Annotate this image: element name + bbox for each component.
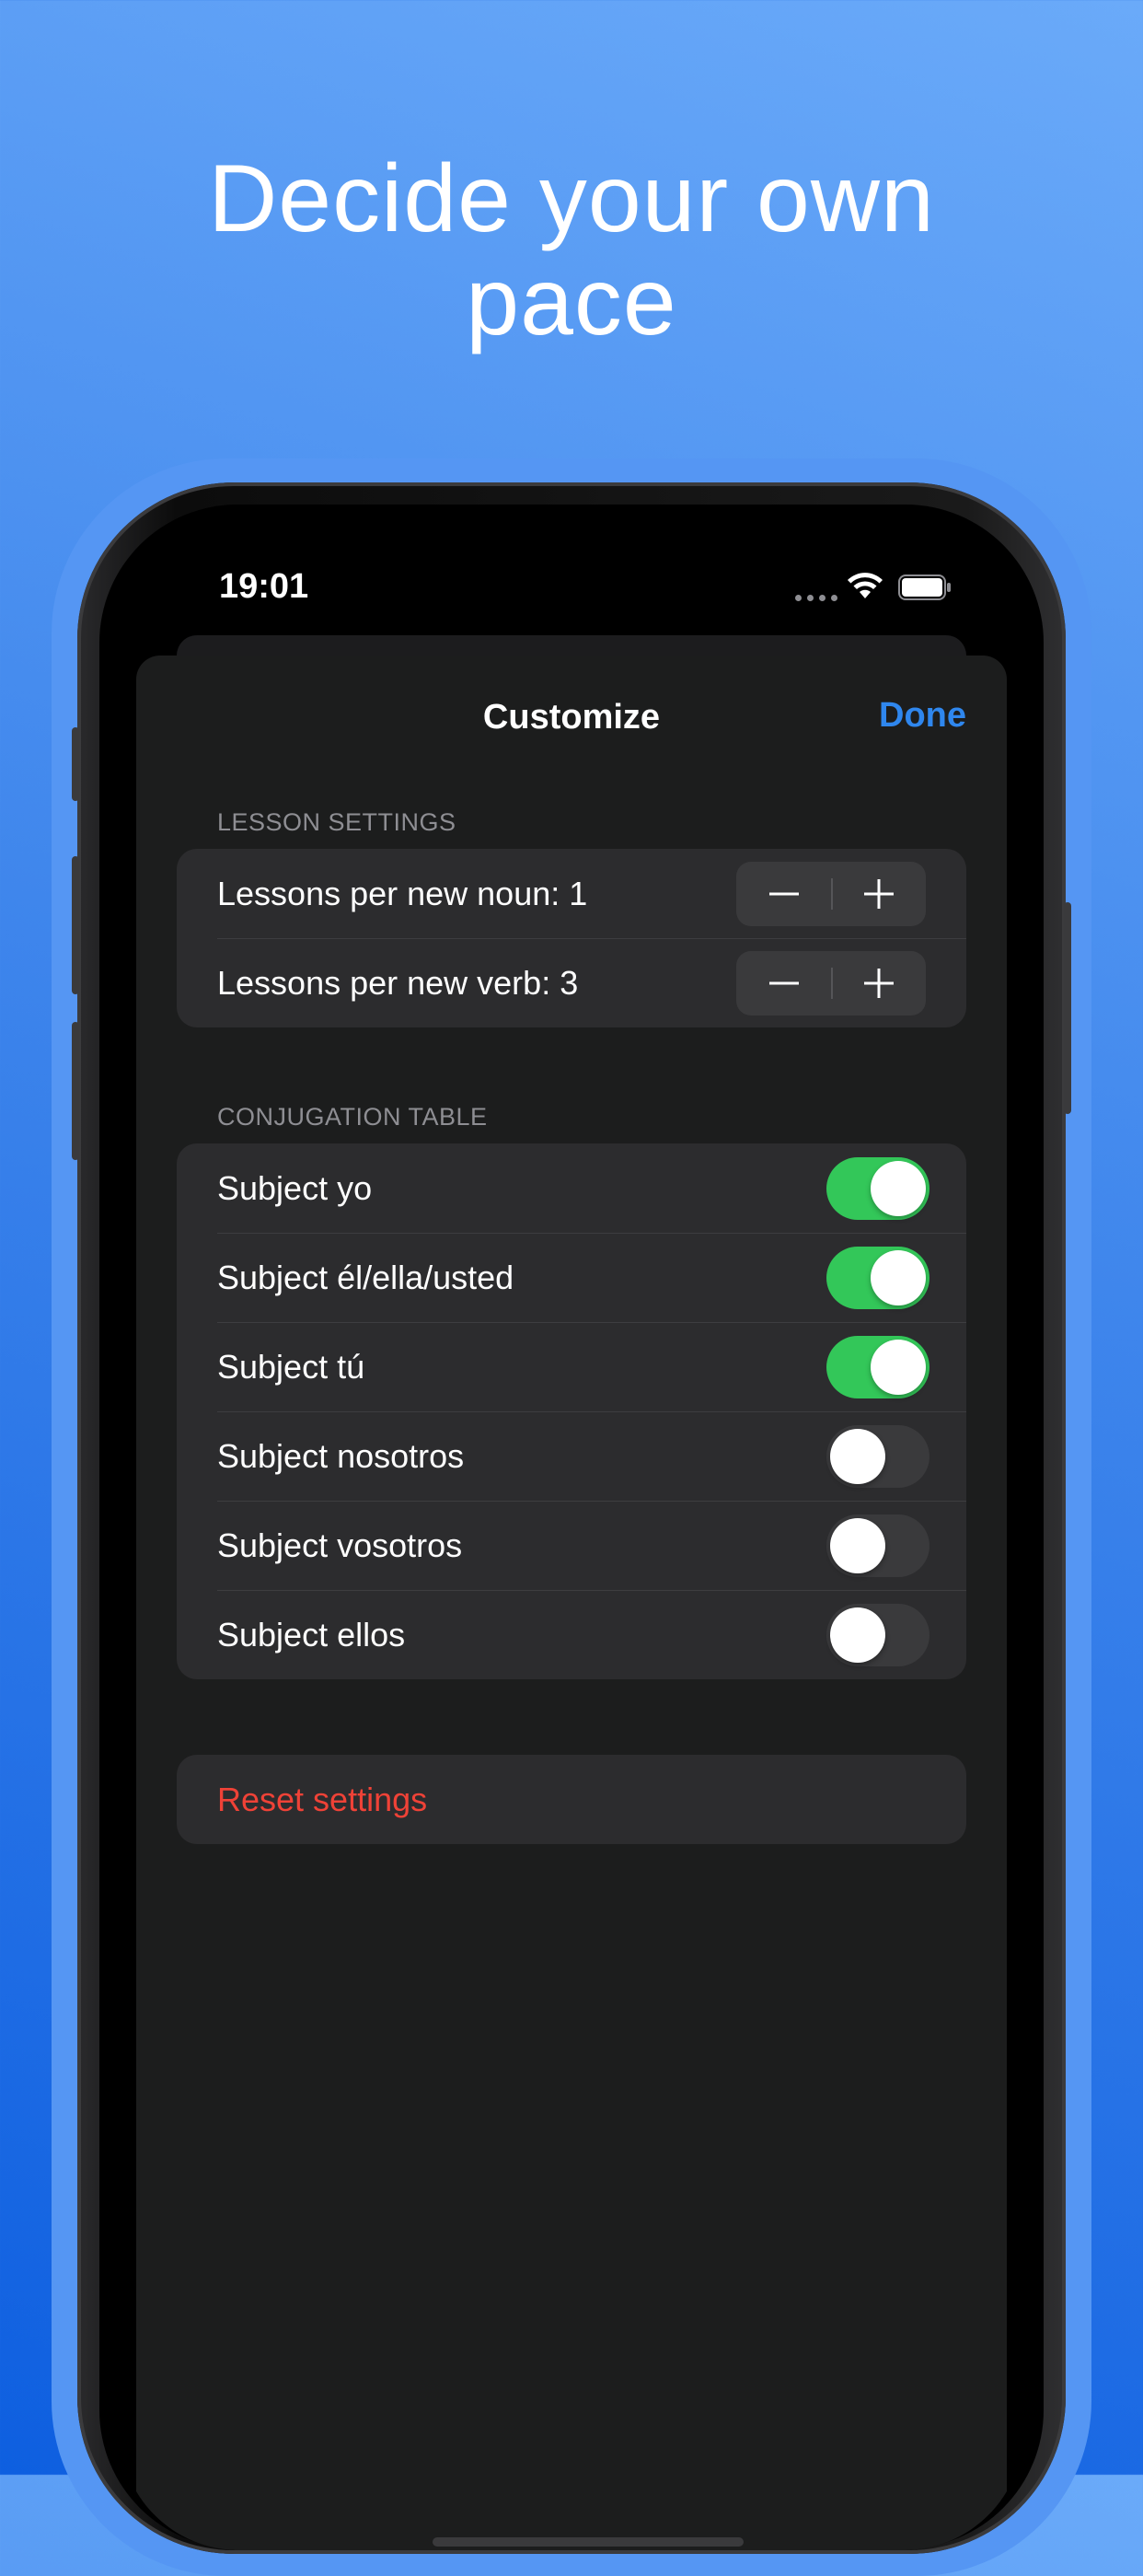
toggle-knob: [871, 1250, 926, 1305]
subject-ellos-toggle[interactable]: [826, 1604, 929, 1666]
customize-sheet: Customize Done LESSON SETTINGS Lessons p…: [136, 656, 1007, 2550]
power-button: [1064, 902, 1071, 1114]
lessons-per-noun-stepper: [736, 862, 926, 926]
toggle-knob: [830, 1429, 885, 1484]
headline-line-1: Decide your own: [208, 145, 935, 252]
verb-increment-button[interactable]: [831, 951, 926, 1015]
phone-screen: 19:01 Customize Done LESSON SETTINGS Les…: [120, 525, 1023, 2550]
noun-increment-button[interactable]: [831, 862, 926, 926]
subject-el-ella-usted-label: Subject él/ella/usted: [217, 1258, 514, 1296]
subject-vosotros-toggle[interactable]: [826, 1514, 929, 1577]
subject-tu-row: Subject tú: [177, 1322, 966, 1411]
subject-ellos-label: Subject ellos: [217, 1615, 406, 1654]
noun-decrement-button[interactable]: [736, 862, 831, 926]
subject-tu-toggle[interactable]: [826, 1336, 929, 1398]
toggle-knob: [871, 1161, 926, 1216]
lessons-per-verb-row: Lessons per new verb: 3: [177, 938, 966, 1027]
toggle-knob: [830, 1518, 885, 1573]
headline-line-2: pace: [466, 249, 677, 355]
battery-icon: [898, 574, 951, 600]
lessons-per-noun-label: Lessons per new noun: 1: [217, 874, 588, 912]
subject-vosotros-row: Subject vosotros: [177, 1501, 966, 1590]
plus-icon: [863, 879, 894, 909]
toggle-knob: [871, 1340, 926, 1395]
subject-nosotros-label: Subject nosotros: [217, 1436, 465, 1475]
section-header-lesson-settings: LESSON SETTINGS: [217, 808, 456, 836]
home-indicator[interactable]: [433, 2537, 744, 2547]
subject-el-ella-usted-toggle[interactable]: [826, 1247, 929, 1309]
section-header-conjugation-table: CONJUGATION TABLE: [217, 1103, 488, 1131]
subject-yo-label: Subject yo: [217, 1168, 373, 1207]
subject-nosotros-toggle[interactable]: [826, 1425, 929, 1488]
lessons-per-noun-row: Lessons per new noun: 1: [177, 849, 966, 938]
subject-ellos-row: Subject ellos: [177, 1590, 966, 1679]
subject-yo-row: Subject yo: [177, 1143, 966, 1233]
status-time: 19:01: [219, 567, 309, 606]
subject-tu-label: Subject tú: [217, 1347, 365, 1386]
plus-icon: [863, 969, 894, 998]
subject-vosotros-label: Subject vosotros: [217, 1526, 463, 1564]
subject-nosotros-row: Subject nosotros: [177, 1411, 966, 1501]
wifi-icon: [848, 573, 883, 598]
lessons-per-verb-label: Lessons per new verb: 3: [217, 963, 579, 1002]
conjugation-table-group: Subject yo Subject él/ella/usted Subject…: [177, 1143, 966, 1679]
volume-up-button: [72, 856, 79, 994]
signal-dots-icon: [795, 595, 837, 601]
reset-settings-button[interactable]: Reset settings: [177, 1755, 966, 1844]
minus-icon: [768, 981, 799, 985]
subject-el-ella-usted-row: Subject él/ella/usted: [177, 1233, 966, 1322]
done-button[interactable]: Done: [879, 696, 966, 736]
silent-switch: [72, 727, 79, 801]
reset-group: Reset settings: [177, 1755, 966, 1844]
lessons-per-verb-stepper: [736, 951, 926, 1015]
minus-icon: [768, 892, 799, 896]
headline: Decide your own pace: [0, 147, 1143, 354]
sheet-title: Customize: [482, 698, 661, 737]
verb-decrement-button[interactable]: [736, 951, 831, 1015]
lesson-settings-group: Lessons per new noun: 1 Lessons per new …: [177, 849, 966, 1027]
volume-down-button: [72, 1022, 79, 1160]
toggle-knob: [830, 1607, 885, 1663]
subject-yo-toggle[interactable]: [826, 1157, 929, 1220]
